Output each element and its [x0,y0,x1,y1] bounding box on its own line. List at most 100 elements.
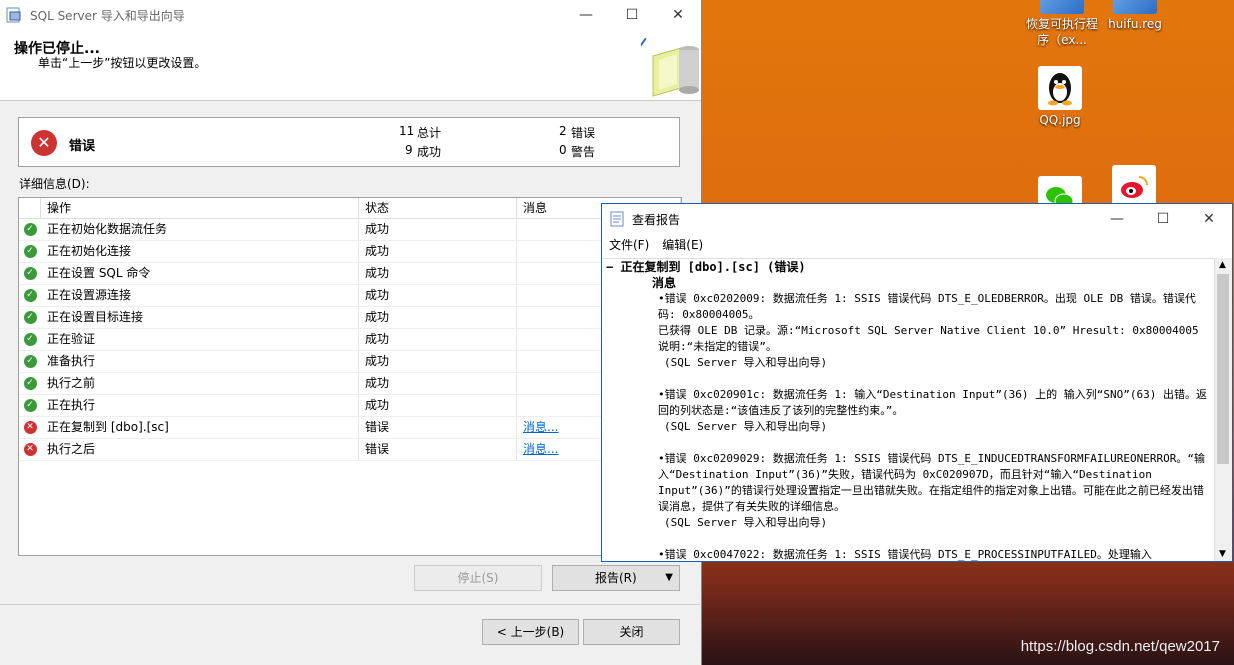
details-table[interactable]: 操作 状态 消息 ✓ 正在初始化数据流任务 成功 ✓ 正在初始化连接 成功 ✓ 正在设置 SQ… [18,197,682,556]
row-action: 正在设置源连接 [41,285,359,306]
row-action: 正在复制到 [dbo].[sc] [41,417,359,438]
row-status-icon-cell: ✓ [19,373,41,394]
close-icon: ✕ [672,7,684,23]
row-status: 错误 [359,417,517,438]
column-header-action[interactable]: 操作 [41,198,359,218]
close-window-button[interactable]: ✕ [655,0,701,30]
report-heading: − 正在复制到 [dbo].[sc] (错误) [602,259,1214,275]
maximize-button[interactable]: ☐ [609,0,655,30]
report-menubar: 文件(F) 编辑(E) [602,234,1232,254]
wizard-titlebar[interactable]: SQL Server 导入和导出向导 — ☐ ✕ [0,0,701,30]
collapse-icon[interactable]: − [606,260,620,274]
menu-edit[interactable]: 编辑(E) [662,236,703,253]
minimize-button[interactable]: — [563,0,609,30]
report-titlebar[interactable]: 查看报告 — ☐ ✕ [602,204,1232,234]
row-status-icon-cell: ✕ [19,417,41,438]
table-row[interactable]: ✓ 准备执行 成功 [19,351,681,373]
table-row[interactable]: ✓ 正在执行 成功 [19,395,681,417]
sql-wizard-app-icon [6,7,21,23]
report-window: 查看报告 — ☐ ✕ 文件(F) 编辑(E) − 正在复制到 [dbo].[sc… [601,203,1233,562]
report-entry-line: (SQL Server 导入和导出向导) [664,356,828,369]
success-check-icon: ✓ [23,399,37,412]
report-button-label: 报告(R) [595,571,637,585]
report-entry-line: (SQL Server 导入和导出向导) [664,420,828,433]
report-entry-line: •错误 0xc0047022: 数据流任务 1: SSIS 错误代码 DTS_E… [658,548,1152,561]
maximize-icon: ☐ [1156,211,1170,227]
desktop-icon-exe-restore[interactable]: 恢复可执行程序（ex... [1022,0,1102,48]
report-scrollbar[interactable]: ▲ ▼ [1214,258,1232,561]
row-status-icon-cell: ✓ [19,263,41,284]
maximize-icon: ☐ [625,7,639,23]
report-entry-line: 已获得 OLE DB 记录。源:“Microsoft SQL Server Na… [658,324,1199,353]
minimize-icon: — [579,7,593,23]
report-entry: •错误 0xc0047022: 数据流任务 1: SSIS 错误代码 DTS_E… [602,547,1214,562]
row-action: 执行之后 [41,439,359,460]
message-link[interactable]: 消息... [523,420,558,434]
report-app-icon [610,211,624,227]
table-row[interactable]: ✓ 执行之前 成功 [19,373,681,395]
table-row[interactable]: ✓ 正在设置 SQL 命令 成功 [19,263,681,285]
row-status: 成功 [359,351,517,372]
minimize-icon: — [1110,211,1124,227]
error-x-icon: ✕ [23,421,37,434]
wizard-window: SQL Server 导入和导出向导 — ☐ ✕ 操作已停止... 单击“上一步… [0,0,702,665]
wizard-header: 操作已停止... 单击“上一步”按钮以更改设置。 [0,30,701,101]
status-label: 错误 [69,139,96,154]
scroll-down-icon[interactable]: ▼ [1219,549,1226,559]
icon-column-header[interactable] [19,198,41,218]
table-row[interactable]: ✓ 正在验证 成功 [19,329,681,351]
row-status-icon-cell: ✓ [19,395,41,416]
row-action: 正在执行 [41,395,359,416]
desktop-icon-label: 恢复可执行程序（ex... [1025,17,1098,47]
scroll-up-icon[interactable]: ▲ [1219,260,1226,270]
page-subtitle: 单击“上一步”按钮以更改设置。 [38,56,207,70]
row-action: 正在初始化连接 [41,241,359,262]
report-title: 查看报告 [632,212,681,227]
row-status-icon-cell: ✓ [19,285,41,306]
report-subheading: 消息 [652,276,677,290]
report-entry: •错误 0xc0202009: 数据流任务 1: SSIS 错误代码 DTS_E… [602,291,1214,371]
desktop-icon-huifu-reg[interactable]: huifu.reg [1095,0,1175,32]
row-status: 成功 [359,329,517,350]
wizard-logo-icon [641,37,699,97]
desktop-icon-qq-jpg[interactable]: QQ.jpg [1020,66,1100,128]
table-row[interactable]: ✕ 正在复制到 [dbo].[sc] 错误 消息... [19,417,681,439]
report-entry-line: •错误 0xc0202009: 数据流任务 1: SSIS 错误代码 DTS_E… [658,292,1196,321]
success-label: 成功 [417,145,442,159]
column-header-status[interactable]: 状态 [359,198,517,218]
report-entries: •错误 0xc0202009: 数据流任务 1: SSIS 错误代码 DTS_E… [602,291,1214,562]
report-entry-line: •错误 0xc020901c: 数据流任务 1: 输入“Destination … [658,388,1207,417]
error-x-icon: ✕ [23,443,37,456]
row-action: 执行之前 [41,373,359,394]
row-status-icon-cell: ✓ [19,219,41,240]
success-check-icon: ✓ [23,355,37,368]
table-row[interactable]: ✓ 正在初始化数据流任务 成功 [19,219,681,241]
row-action: 准备执行 [41,351,359,372]
footer-divider [0,604,700,605]
row-status-icon-cell: ✕ [19,439,41,460]
report-close-button[interactable]: ✕ [1186,204,1232,234]
table-row[interactable]: ✓ 正在设置目标连接 成功 [19,307,681,329]
table-row[interactable]: ✓ 正在初始化连接 成功 [19,241,681,263]
report-maximize-button[interactable]: ☐ [1140,204,1186,234]
success-check-icon: ✓ [23,377,37,390]
stop-button[interactable]: 停止(S) [414,565,542,591]
message-link[interactable]: 消息... [523,442,558,456]
desktop-icon-label: QQ.jpg [1039,113,1081,127]
menu-file[interactable]: 文件(F) [609,236,649,253]
success-check-icon: ✓ [23,267,37,280]
close-button[interactable]: 关闭 [583,619,680,645]
table-row[interactable]: ✓ 正在设置源连接 成功 [19,285,681,307]
details-label: 详细信息(D): [19,177,90,191]
report-minimize-button[interactable]: — [1094,204,1140,234]
back-button[interactable]: < 上一步(B) [482,619,579,645]
report-content[interactable]: − 正在复制到 [dbo].[sc] (错误) 消息 •错误 0xc020200… [602,258,1214,562]
row-status: 错误 [359,439,517,460]
scrollbar-thumb[interactable] [1217,274,1229,464]
qq-image-icon [1038,66,1082,110]
report-entry: •错误 0xc0209029: 数据流任务 1: SSIS 错误代码 DTS_E… [602,451,1214,531]
table-row[interactable]: ✕ 执行之后 错误 消息... [19,439,681,461]
report-button[interactable]: 报告(R) ▼ [552,565,680,591]
dropdown-arrow-icon: ▼ [665,572,673,583]
warning-label: 警告 [571,145,596,159]
